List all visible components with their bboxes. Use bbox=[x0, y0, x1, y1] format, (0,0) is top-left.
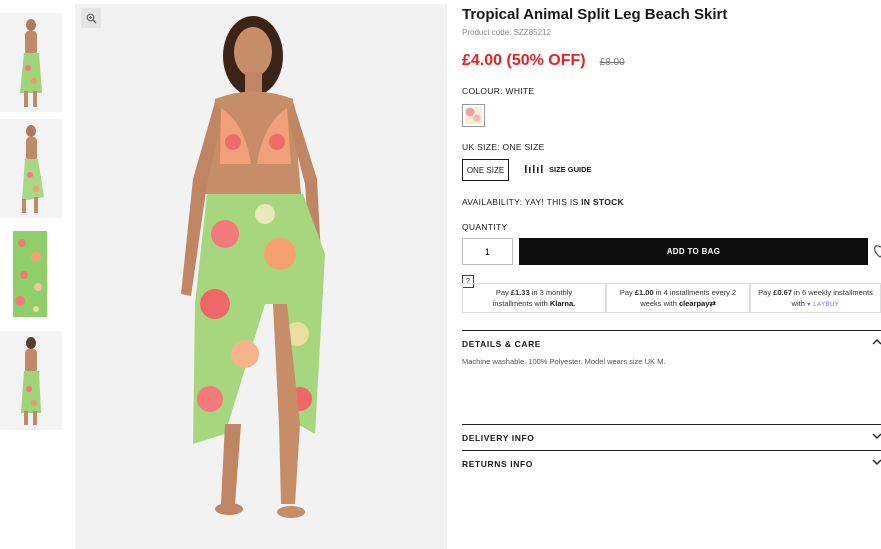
size-label: UK SIZE: ONE SIZE bbox=[462, 142, 545, 152]
model-back-image bbox=[21, 337, 41, 425]
thumbnail-1[interactable] bbox=[0, 13, 62, 112]
sale-price: £4.00 (50% OFF) bbox=[462, 52, 586, 69]
klarna-option[interactable]: Pay £1.33 in 3 monthly installments with… bbox=[462, 283, 606, 313]
laybuy-terms: in 6 weekly installments bbox=[791, 288, 873, 297]
chevron-down-icon[interactable] bbox=[871, 457, 881, 467]
payment-options: Pay £1.33 in 3 monthly installments with… bbox=[462, 283, 881, 313]
model-side-image bbox=[22, 125, 44, 213]
returns-info-title[interactable]: RETURNS INFO bbox=[462, 451, 881, 469]
price-row: £4.00 (50% OFF) £8.00 bbox=[462, 52, 625, 70]
quantity-input[interactable] bbox=[462, 238, 513, 265]
size-guide-label: SIZE GUIDE bbox=[549, 164, 592, 174]
main-product-image[interactable] bbox=[75, 4, 447, 549]
laybuy-amount: £0.67 bbox=[773, 288, 792, 297]
size-guide-link[interactable]: SIZE GUIDE bbox=[525, 164, 592, 174]
model-photo bbox=[75, 4, 447, 549]
klarna-with: installments with bbox=[492, 299, 550, 308]
chevron-up-icon[interactable] bbox=[871, 337, 881, 347]
zoom-button[interactable] bbox=[81, 8, 101, 28]
availability-label: AVAILABILITY: YAY! THIS IS bbox=[462, 197, 582, 207]
klarna-line-2: installments with Klarna. bbox=[463, 298, 605, 309]
clearpay-logo: clearpay bbox=[679, 299, 710, 308]
clearpay-arrow-icon: ⇄ bbox=[709, 299, 716, 308]
clearpay-with: weeks with bbox=[640, 299, 679, 308]
model-front-image bbox=[20, 19, 42, 107]
heart-icon[interactable] bbox=[873, 241, 881, 259]
klarna-terms: in 3 monthly bbox=[529, 288, 573, 297]
product-title: Tropical Animal Split Leg Beach Skirt bbox=[462, 6, 728, 23]
laybuy-line-2: with ♥ LAYBUY bbox=[751, 298, 880, 311]
delivery-info-section: DELIVERY INFO bbox=[462, 424, 881, 443]
laybuy-with: with bbox=[791, 299, 807, 308]
colour-value: WHITE bbox=[505, 86, 535, 96]
delivery-info-title[interactable]: DELIVERY INFO bbox=[462, 425, 881, 443]
chevron-down-icon[interactable] bbox=[871, 431, 881, 441]
klarna-amount: £1.33 bbox=[510, 288, 530, 297]
clearpay-option[interactable]: Pay £1.00 in 4 installments every 2 week… bbox=[606, 283, 750, 313]
quantity-label: QUANTITY bbox=[462, 222, 508, 232]
thumbnail-4[interactable] bbox=[0, 331, 62, 430]
thumbnail-3[interactable] bbox=[0, 225, 62, 324]
laybuy-option[interactable]: Pay £0.67 in 6 weekly installments with … bbox=[750, 283, 881, 313]
klarna-line-1: Pay £1.33 in 3 monthly bbox=[463, 287, 605, 298]
zoom-icon bbox=[86, 13, 96, 23]
returns-info-section: RETURNS INFO bbox=[462, 450, 881, 469]
laybuy-line-1: Pay £0.67 in 6 weekly installments bbox=[751, 287, 880, 298]
size-option-one-size[interactable]: ONE SIZE bbox=[462, 159, 509, 181]
details-care-section: DETAILS & CARE Machine washable. 100% Po… bbox=[462, 330, 881, 366]
skirt-flat-image bbox=[13, 231, 47, 317]
stock-status: IN STOCK bbox=[581, 197, 624, 207]
clearpay-amount: £1.00 bbox=[634, 288, 654, 297]
clearpay-terms: in 4 installments every 2 bbox=[653, 288, 737, 297]
details-care-title[interactable]: DETAILS & CARE bbox=[462, 331, 881, 349]
laybuy-logo: LAYBUY bbox=[813, 302, 840, 308]
clearpay-line-2: weeks with clearpay⇄ bbox=[607, 298, 749, 309]
thumbnail-2[interactable] bbox=[0, 119, 62, 218]
laybuy-pay: Pay bbox=[758, 288, 774, 297]
size-guide-icon bbox=[525, 165, 543, 173]
klarna-pay: Pay bbox=[495, 288, 511, 297]
availability: AVAILABILITY: YAY! THIS IS IN STOCK bbox=[462, 197, 624, 207]
original-price: £8.00 bbox=[599, 57, 625, 68]
clearpay-line-1: Pay £1.00 in 4 installments every 2 bbox=[607, 287, 749, 298]
klarna-logo: Klarna. bbox=[549, 299, 576, 308]
colour-swatch-white[interactable] bbox=[462, 104, 485, 127]
colour-label-text: COLOUR: bbox=[462, 86, 506, 96]
product-code: Product code: SZZ85212 bbox=[462, 28, 551, 37]
add-to-bag-button[interactable]: ADD TO BAG bbox=[519, 238, 868, 265]
colour-label: COLOUR: WHITE bbox=[462, 86, 534, 96]
swatch-pattern bbox=[465, 107, 482, 124]
details-text: Machine washable. 100% Polyester. Model … bbox=[462, 357, 666, 366]
clearpay-pay: Pay bbox=[619, 288, 635, 297]
thumbnail-gallery bbox=[0, 13, 62, 437]
